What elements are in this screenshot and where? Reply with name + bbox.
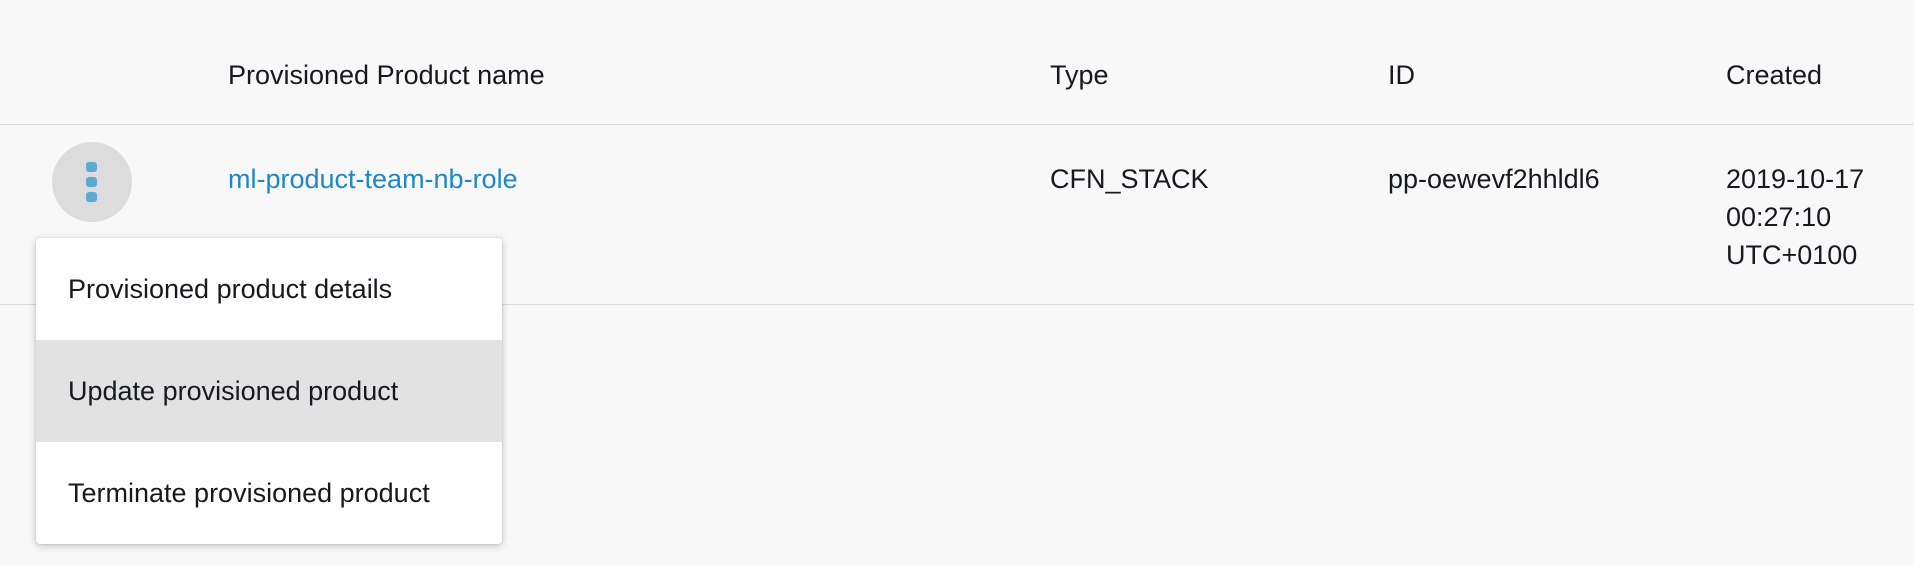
product-name-link[interactable]: ml-product-team-nb-role — [228, 160, 518, 198]
menu-item-update-provisioned-product[interactable]: Update provisioned product — [36, 340, 502, 442]
table-header: Provisioned Product name Type ID Created — [0, 0, 1914, 125]
product-type-cell: CFN_STACK — [1050, 164, 1209, 194]
created-timezone: UTC+0100 — [1726, 240, 1858, 270]
kebab-dot — [86, 177, 97, 187]
provisioned-products-page: Provisioned Product name Type ID Created… — [0, 0, 1914, 566]
product-id-cell: pp-oewevf2hhldl6 — [1388, 164, 1600, 194]
created-time: 00:27:10 — [1726, 202, 1832, 232]
product-created-cell: 2019-10-17 00:27:10 UTC+0100 — [1726, 160, 1864, 274]
menu-item-terminate-provisioned-product[interactable]: Terminate provisioned product — [36, 442, 502, 544]
actions-dropdown-menu: Provisioned product details Update provi… — [36, 238, 502, 544]
created-date: 2019-10-17 — [1726, 164, 1865, 194]
row-actions-button[interactable] — [52, 142, 132, 222]
column-header-id[interactable]: ID — [1388, 58, 1415, 92]
menu-item-provisioned-product-details[interactable]: Provisioned product details — [36, 238, 502, 340]
kebab-dot — [86, 192, 97, 202]
column-header-name[interactable]: Provisioned Product name — [228, 58, 545, 92]
column-header-created[interactable]: Created — [1726, 58, 1822, 92]
column-header-type[interactable]: Type — [1050, 58, 1109, 92]
kebab-vertical-icon — [86, 162, 97, 172]
